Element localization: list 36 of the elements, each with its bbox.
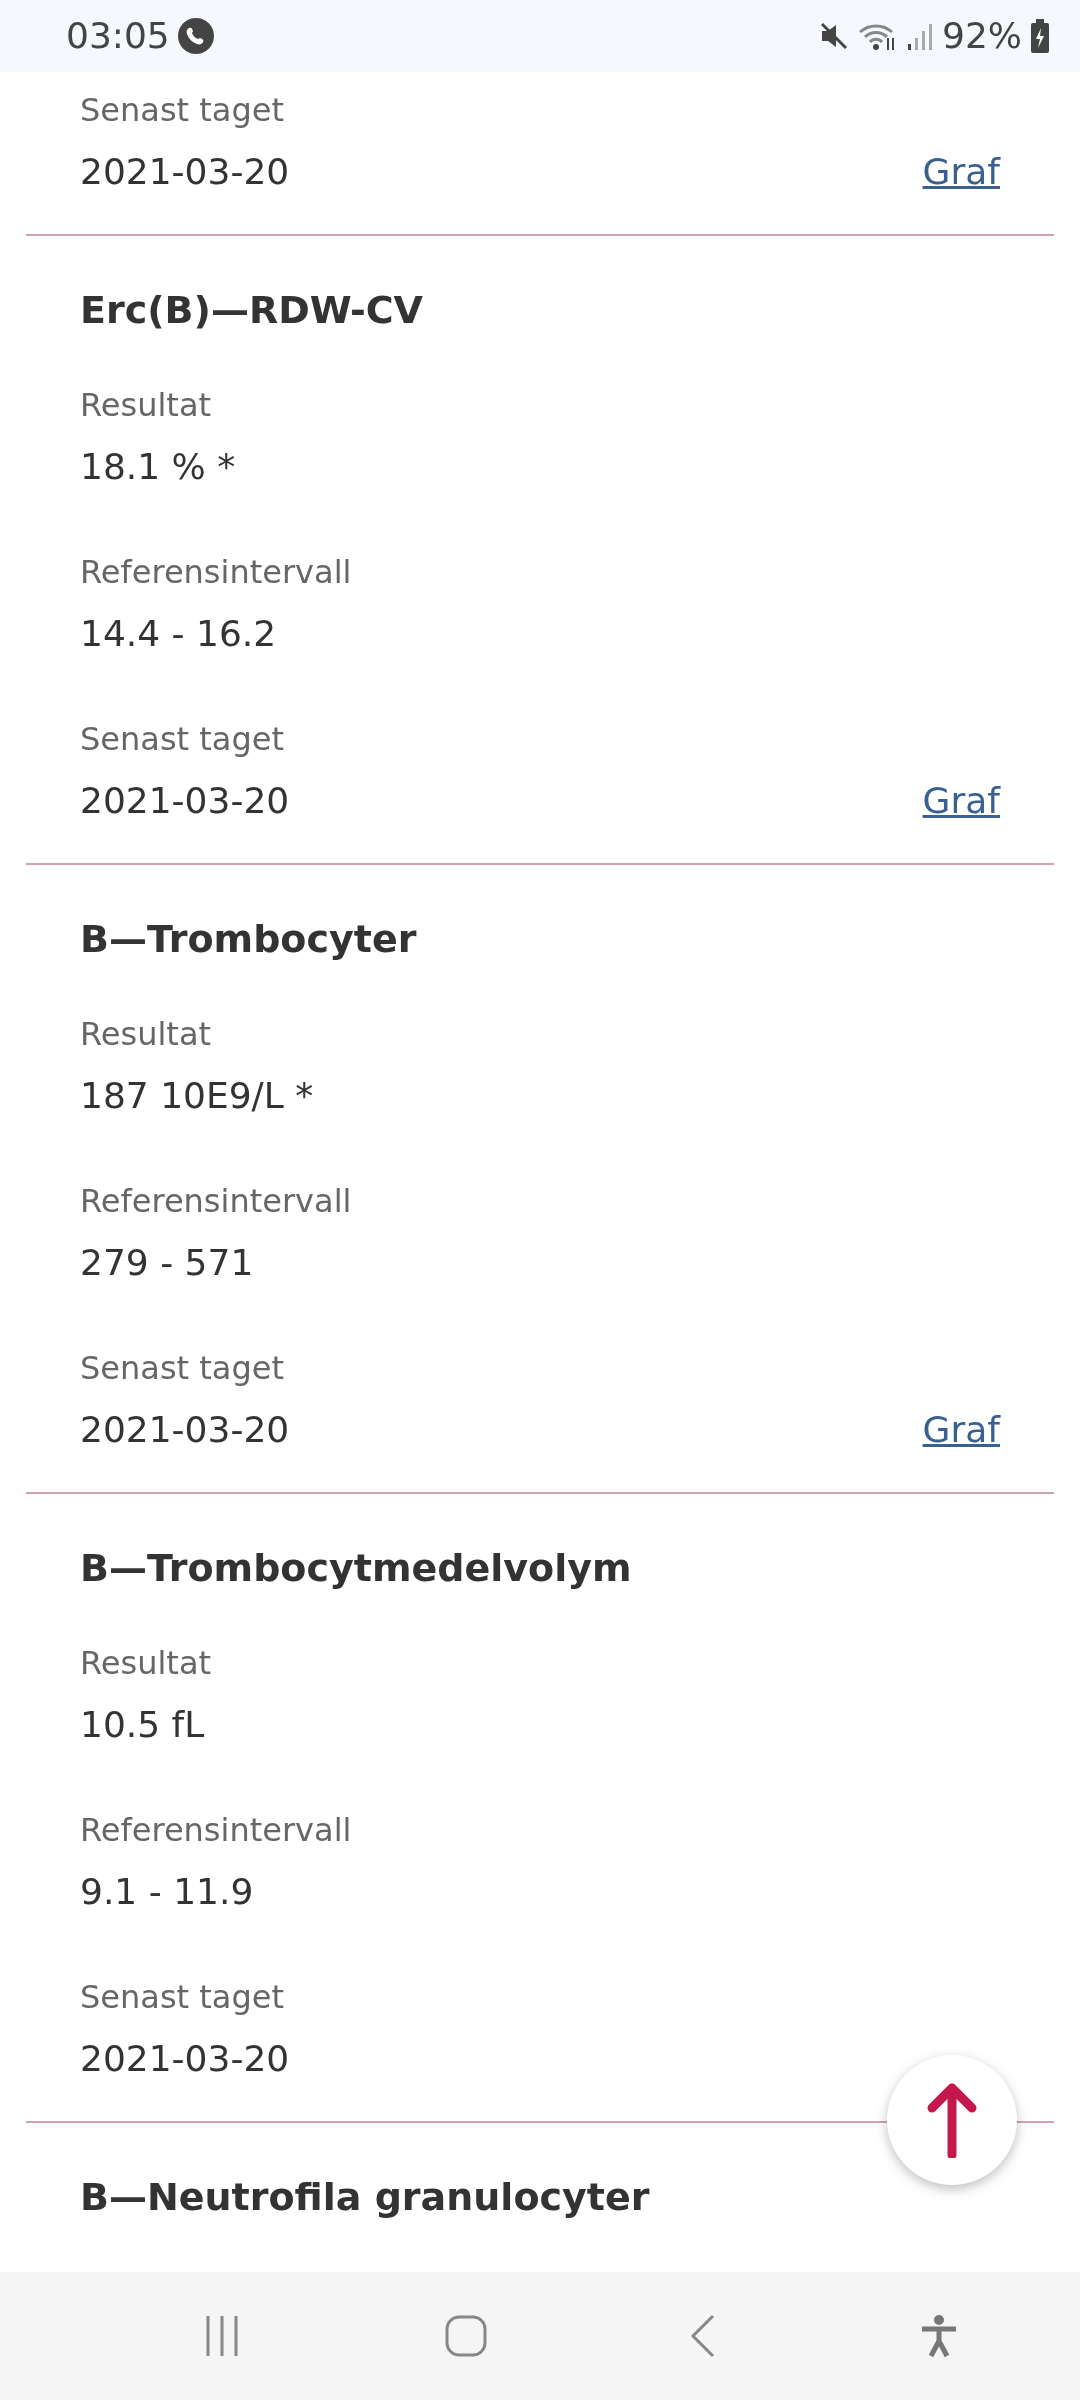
- field-label: Referensintervall: [80, 552, 352, 593]
- field-value: 279 - 571: [80, 1241, 254, 1285]
- mute-icon: [818, 20, 850, 52]
- clock: 03:05: [66, 14, 170, 58]
- home-icon[interactable]: [444, 2315, 487, 2357]
- test-title: B—Trombocytmedelvolym: [80, 1545, 632, 1592]
- field-value: 187 10E9/L *: [80, 1074, 314, 1118]
- field-label: Senast taget: [80, 1348, 284, 1389]
- field-value: 2021-03-20: [80, 1408, 290, 1452]
- field-label: Resultat: [80, 1014, 212, 1055]
- field-label: Senast taget: [80, 1977, 284, 2018]
- graph-link[interactable]: Graf: [922, 768, 1000, 834]
- field-label: Referensintervall: [80, 1181, 352, 1222]
- battery-charging-icon: [1030, 19, 1050, 53]
- field-value: 14.4 - 16.2: [80, 612, 277, 656]
- field-label: Senast taget: [80, 719, 284, 760]
- field-label: Resultat: [80, 385, 212, 426]
- field-label: Senast taget: [80, 90, 284, 131]
- field-value: 2021-03-20: [80, 150, 290, 194]
- test-title: B—Neutrofila granulocyter: [80, 2174, 650, 2221]
- graph-link[interactable]: Graf: [922, 139, 1000, 205]
- scroll-to-top-button[interactable]: [887, 2055, 1017, 2185]
- field-value: 2021-03-20: [80, 2037, 290, 2081]
- field-value: 9.1 - 11.9: [80, 1870, 254, 1914]
- field-label: Referensintervall: [80, 1810, 352, 1851]
- field-value: 18.1 % *: [80, 445, 236, 489]
- field-value: 10.5 fL: [80, 1703, 205, 1747]
- test-title: B—Trombocyter: [80, 916, 417, 963]
- graph-link[interactable]: Graf: [922, 1397, 1000, 1463]
- arrow-up-icon: [927, 2082, 977, 2158]
- phone-call-icon: [177, 18, 214, 54]
- test-title: Erc(B)—RDW-CV: [80, 287, 423, 334]
- field-value: 2021-03-20: [80, 779, 290, 823]
- battery-percent: 92%: [942, 14, 1022, 58]
- back-icon[interactable]: [689, 2314, 716, 2358]
- field-label: Resultat: [80, 1643, 212, 1684]
